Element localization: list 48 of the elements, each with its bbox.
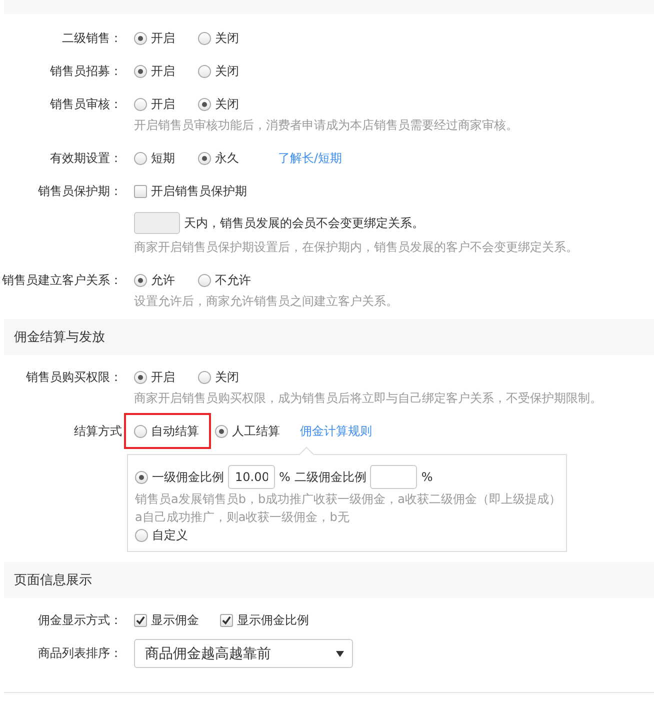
checkmark-icon bbox=[222, 616, 231, 624]
radio-option[interactable]: 关闭 bbox=[198, 63, 258, 79]
highlighted-radio-option[interactable]: 自动结算 bbox=[126, 415, 209, 447]
sort-dropdown[interactable]: 商品佣金越高越靠前 bbox=[134, 639, 353, 668]
field-label: 有效期设置： bbox=[49, 150, 122, 166]
field-label: 销售员保护期： bbox=[37, 183, 122, 199]
radio-option[interactable]: 开启 bbox=[134, 30, 194, 46]
radio-option[interactable]: 关闭 bbox=[198, 369, 258, 385]
days-input-field[interactable] bbox=[134, 212, 180, 234]
field-label: 二级销售： bbox=[61, 30, 122, 46]
radio-button[interactable] bbox=[135, 470, 148, 484]
radio-option[interactable]: 人工结算 bbox=[215, 423, 280, 439]
radio-option[interactable]: 关闭 bbox=[198, 96, 258, 112]
hint-text: 商家开启销售员购买权限，成为销售员后将立即与自己绑定客户关系，不受保护期限制。 bbox=[134, 390, 602, 406]
radio-option[interactable]: 开启 bbox=[134, 63, 194, 79]
field-label: 商品列表排序： bbox=[37, 645, 122, 661]
checkbox-option[interactable]: 开启销售员保护期 bbox=[134, 183, 247, 199]
hint-text: 开启销售员审核功能后，消费者申请成为本店销售员需要经过商家审核。 bbox=[134, 117, 518, 133]
field-label: 结算方式 bbox=[73, 423, 122, 439]
radio-option[interactable]: 永久 bbox=[198, 150, 258, 166]
field-label: 一级佣金比例 bbox=[152, 469, 224, 485]
radio-option[interactable]: 开启 bbox=[134, 369, 194, 385]
unit-label: % bbox=[421, 469, 433, 485]
radio-option[interactable]: 开启 bbox=[134, 96, 194, 112]
field-label: 佣金显示方式： bbox=[37, 612, 122, 628]
checkbox-option[interactable]: 显示佣金比例 bbox=[220, 612, 309, 628]
radio-option[interactable]: 自定义 bbox=[135, 527, 195, 543]
section-title: 佣金结算与发放 bbox=[14, 329, 105, 346]
hint-text: 销售员a发展销售员b，b成功推广收获一级佣金，a收获二级佣金（即上级提成） bbox=[135, 491, 556, 507]
field-label: 销售员审核： bbox=[49, 96, 122, 112]
caret-icon bbox=[336, 650, 344, 656]
checkmark-icon bbox=[136, 616, 145, 624]
radio-option[interactable]: 短期 bbox=[134, 150, 194, 166]
days-description: 天内，销售员发展的会员不会变更绑定关系。 bbox=[184, 215, 424, 231]
input-field[interactable] bbox=[370, 465, 418, 489]
section-title: 页面信息展示 bbox=[14, 572, 92, 589]
radio-option[interactable]: 不允许 bbox=[198, 272, 258, 288]
field-label: 销售员建立客户关系： bbox=[1, 272, 122, 288]
unit-label: % bbox=[279, 469, 290, 485]
hint-text: 设置允许后，商家允许销售员之间建立客户关系。 bbox=[134, 293, 398, 309]
field-label: 销售员购买权限： bbox=[25, 369, 122, 385]
checkbox-option[interactable]: 显示佣金 bbox=[134, 612, 216, 628]
hint-text: a自己成功推广，则a收获一级佣金，b无 bbox=[135, 509, 350, 525]
radio-option[interactable]: 关闭 bbox=[198, 30, 258, 46]
hint-text: 商家开启销售员保护期设置后，在保护期内，销售员发展的客户不会变更绑定关系。 bbox=[134, 239, 578, 255]
radio-option[interactable]: 允许 bbox=[134, 272, 194, 288]
field-label: 二级佣金比例 bbox=[294, 469, 366, 485]
field-label: 销售员招募： bbox=[49, 63, 122, 79]
